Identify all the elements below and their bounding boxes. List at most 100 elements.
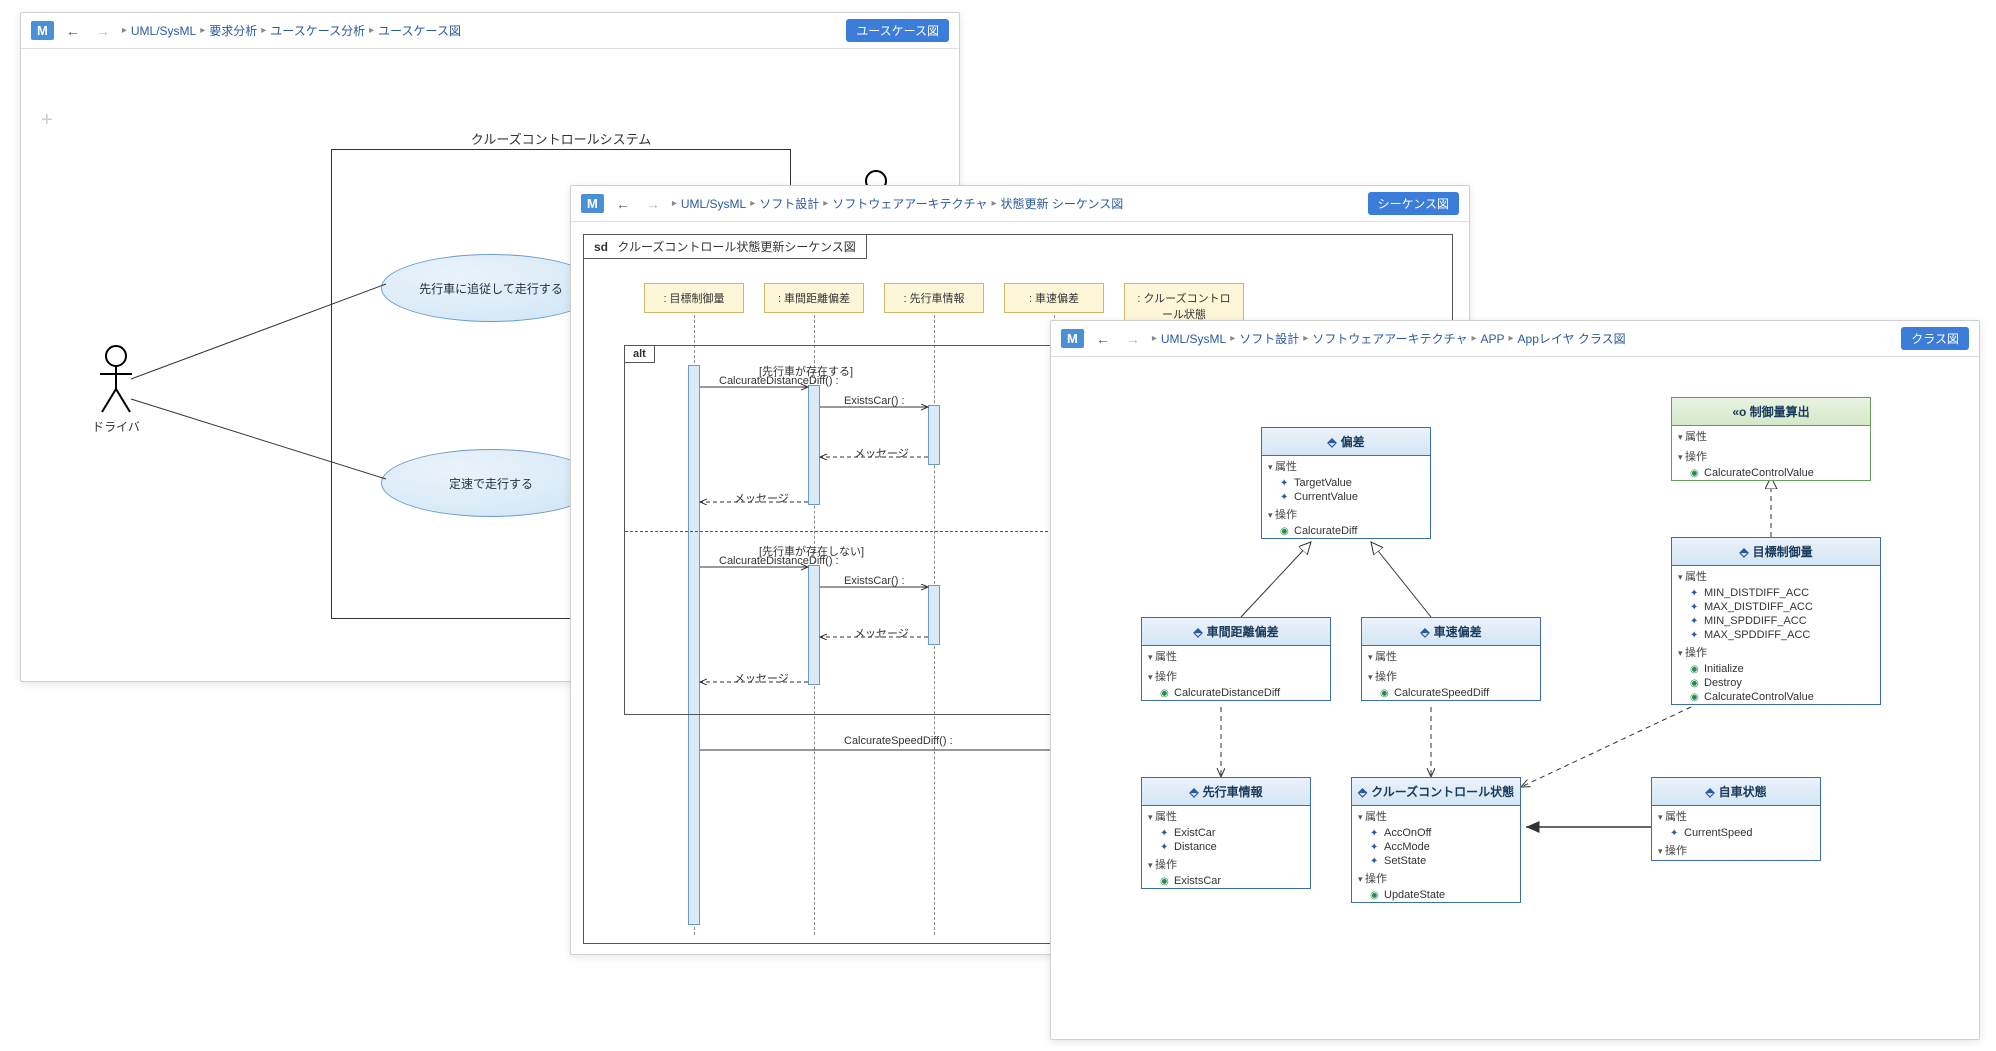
breadcrumb: ▸ UML/SysML ▸ ソフト設計 ▸ ソフトウェアアーキテクチャ ▸ 状態… (672, 195, 1360, 212)
section-ops: 操作 (1362, 666, 1540, 686)
back-arrow-icon[interactable]: ← (1092, 331, 1114, 347)
class-name: «o 制御量算出 (1672, 398, 1870, 426)
section-attrs: 属性 (1142, 646, 1330, 666)
breadcrumb-item[interactable]: 要求分析 (209, 22, 257, 39)
attribute-icon: ✦ (1280, 478, 1290, 488)
operation-icon: ◉ (1690, 664, 1700, 674)
msg-generic: メッセージ (734, 670, 789, 686)
breadcrumb-item[interactable]: ソフトウェアアーキテクチャ (1312, 330, 1467, 347)
back-arrow-icon[interactable]: ← (62, 23, 84, 39)
class-senkou[interactable]: ⬘先行車情報 属性 ✦ExistCar ✦Distance 操作 ◉Exists… (1141, 777, 1311, 889)
class-mokuhyou[interactable]: ⬘目標制御量 属性 ✦MIN_DISTDIFF_ACC ✦MAX_DISTDIF… (1671, 537, 1881, 705)
section-ops: 操作 (1352, 868, 1520, 888)
bc-sep: ▸ (1230, 333, 1235, 344)
attribute: ✦MIN_SPDDIFF_ACC (1672, 614, 1880, 628)
msg-generic: メッセージ (734, 490, 789, 506)
breadcrumb-item[interactable]: ユースケース分析 (270, 22, 365, 39)
class-shasoku[interactable]: ⬘車速偏差 属性 操作 ◉CalcurateSpeedDiff (1361, 617, 1541, 701)
breadcrumb-item[interactable]: UML/SysML (681, 197, 746, 211)
attribute-icon: ✦ (1690, 588, 1700, 598)
sd-keyword: sd (594, 240, 608, 254)
breadcrumb-item[interactable]: APP (1481, 332, 1505, 346)
section-attrs: 属性 (1672, 566, 1880, 586)
section-ops: 操作 (1142, 666, 1330, 686)
operation-icon: ◉ (1370, 890, 1380, 900)
breadcrumb-item[interactable]: UML/SysML (1161, 332, 1226, 346)
operation-icon: ◉ (1380, 688, 1390, 698)
operation-icon: ◉ (1690, 692, 1700, 702)
msg-generic: メッセージ (854, 625, 909, 641)
class-shakan[interactable]: ⬘車間距離偏差 属性 操作 ◉CalcurateDistanceDiff (1141, 617, 1331, 701)
attribute: ✦MAX_DISTDIFF_ACC (1672, 600, 1880, 614)
operation: ◉CalcurateControlValue (1672, 690, 1880, 704)
section-attrs: 属性 (1262, 456, 1430, 476)
lifeline-head[interactable]: : 車速偏差 (1004, 283, 1104, 313)
bc-sep: ▸ (750, 198, 755, 209)
class-name: ⬘車間距離偏差 (1142, 618, 1330, 646)
breadcrumb-item[interactable]: UML/SysML (131, 24, 196, 38)
class-icon: ⬘ (1420, 625, 1429, 639)
attribute-icon: ✦ (1370, 842, 1380, 852)
breadcrumb: ▸ UML/SysML ▸ 要求分析 ▸ ユースケース分析 ▸ ユースケース図 (122, 22, 838, 39)
operation: ◉CalcurateSpeedDiff (1362, 686, 1540, 700)
attribute: ✦TargetValue (1262, 476, 1430, 490)
bc-sep: ▸ (369, 25, 374, 36)
attribute-icon: ✦ (1160, 828, 1170, 838)
forward-arrow-icon[interactable]: → (642, 196, 664, 212)
usecase-2[interactable]: 定速で走行する (381, 449, 601, 517)
class-canvas[interactable]: «o 制御量算出 属性 操作 ◉CalcurateControlValue ⬘偏… (1051, 357, 1979, 1037)
attribute: ✦SetState (1352, 854, 1520, 868)
breadcrumb-item[interactable]: ユースケース図 (378, 22, 461, 39)
breadcrumb-item[interactable]: Appレイヤ クラス図 (1518, 330, 1626, 347)
operation-icon: ◉ (1690, 678, 1700, 688)
class-icon: ⬘ (1189, 785, 1198, 799)
lifeline-head[interactable]: : 車間距離偏差 (764, 283, 864, 313)
breadcrumb: ▸ UML/SysML ▸ ソフト設計 ▸ ソフトウェアアーキテクチャ ▸ AP… (1152, 330, 1893, 347)
attribute-icon: ✦ (1370, 828, 1380, 838)
attribute-icon: ✦ (1370, 856, 1380, 866)
class-name: ⬘偏差 (1262, 428, 1430, 456)
operation: ◉CalcurateControlValue (1672, 466, 1870, 480)
operation-icon: ◉ (1160, 688, 1170, 698)
section-ops: 操作 (1262, 504, 1430, 524)
section-attrs: 属性 (1352, 806, 1520, 826)
forward-arrow-icon[interactable]: → (1122, 331, 1144, 347)
class-cruise[interactable]: ⬘クルーズコントロール状態 属性 ✦AccOnOff ✦AccMode ✦Set… (1351, 777, 1521, 903)
lifeline-head[interactable]: : 目標制御量 (644, 283, 744, 313)
class-jisha[interactable]: ⬘自車状態 属性 ✦CurrentSpeed 操作 (1651, 777, 1821, 861)
usecase-1[interactable]: 先行車に追従して走行する (381, 254, 601, 322)
class-hensa[interactable]: ⬘偏差 属性 ✦TargetValue ✦CurrentValue 操作 ◉Ca… (1261, 427, 1431, 539)
breadcrumb-item[interactable]: 状態更新 シーケンス図 (1001, 195, 1124, 212)
system-label: クルーズコントロールシステム (331, 123, 791, 154)
operation: ◉ExistsCar (1142, 874, 1310, 888)
lifeline-head[interactable]: : 先行車情報 (884, 283, 984, 313)
actor-icon (96, 344, 136, 414)
section-attrs: 属性 (1362, 646, 1540, 666)
m-badge: M (581, 194, 604, 213)
class-seigyoryou-sanshutsu[interactable]: «o 制御量算出 属性 操作 ◉CalcurateControlValue (1671, 397, 1871, 481)
forward-arrow-icon[interactable]: → (92, 23, 114, 39)
plus-icon[interactable]: + (41, 109, 53, 132)
attribute: ✦AccOnOff (1352, 826, 1520, 840)
section-attrs: 属性 (1672, 426, 1870, 446)
operation: ◉CalcurateDistanceDiff (1142, 686, 1330, 700)
breadcrumb-item[interactable]: ソフト設計 (1239, 330, 1299, 347)
window-header: M ← → ▸ UML/SysML ▸ ソフト設計 ▸ ソフトウェアアーキテクチ… (1051, 321, 1979, 357)
operation-icon: ◉ (1160, 876, 1170, 886)
class-icon: ⬘ (1358, 785, 1367, 799)
breadcrumb-item[interactable]: ソフト設計 (759, 195, 819, 212)
attribute: ✦CurrentValue (1262, 490, 1430, 504)
actor-driver[interactable]: ドライバ (91, 344, 141, 435)
msg-calcdist: CalcurateDistanceDiff() : (719, 555, 839, 567)
attribute: ✦ExistCar (1142, 826, 1310, 840)
m-badge: M (31, 21, 54, 40)
operation-icon: ◉ (1690, 468, 1700, 478)
bc-sep: ▸ (1471, 333, 1476, 344)
back-arrow-icon[interactable]: ← (612, 196, 634, 212)
attribute: ✦Distance (1142, 840, 1310, 854)
attribute: ✦MIN_DISTDIFF_ACC (1672, 586, 1880, 600)
bc-sep: ▸ (991, 198, 996, 209)
msg-exists: ExistsCar() : (844, 575, 905, 587)
breadcrumb-item[interactable]: ソフトウェアアーキテクチャ (832, 195, 987, 212)
operation: ◉Destroy (1672, 676, 1880, 690)
